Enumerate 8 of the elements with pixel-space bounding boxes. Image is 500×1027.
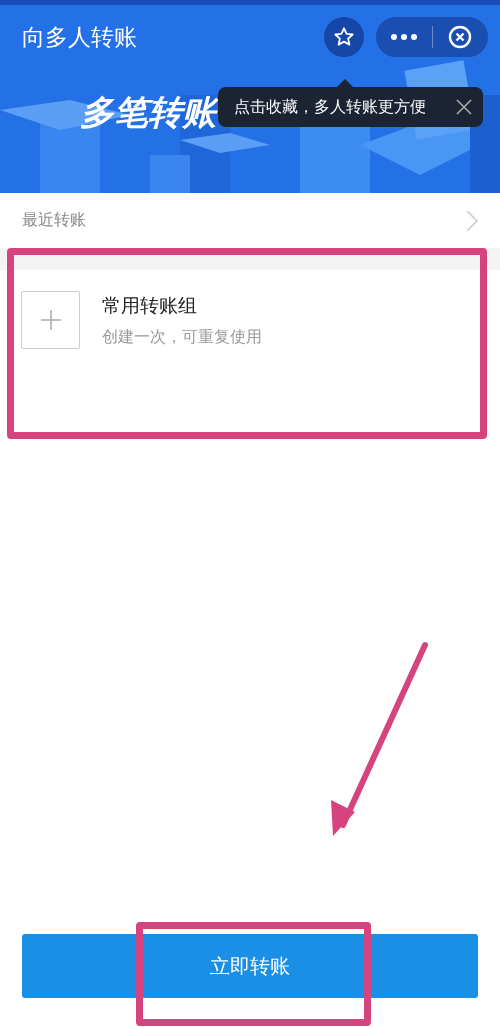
tooltip-text: 点击收藏，多人转账更方便 xyxy=(234,96,427,118)
group-subtitle: 创建一次，可重复使用 xyxy=(102,327,262,348)
group-title: 常用转账组 xyxy=(102,293,198,318)
recent-transfers-label[interactable]: 最近转账 xyxy=(22,210,86,231)
plus-icon xyxy=(40,310,61,330)
transfer-button[interactable]: 立即转账 xyxy=(22,934,478,998)
banner-heading: 多笔转账 xyxy=(80,91,216,134)
page-title: 向多人转账 xyxy=(22,22,138,52)
